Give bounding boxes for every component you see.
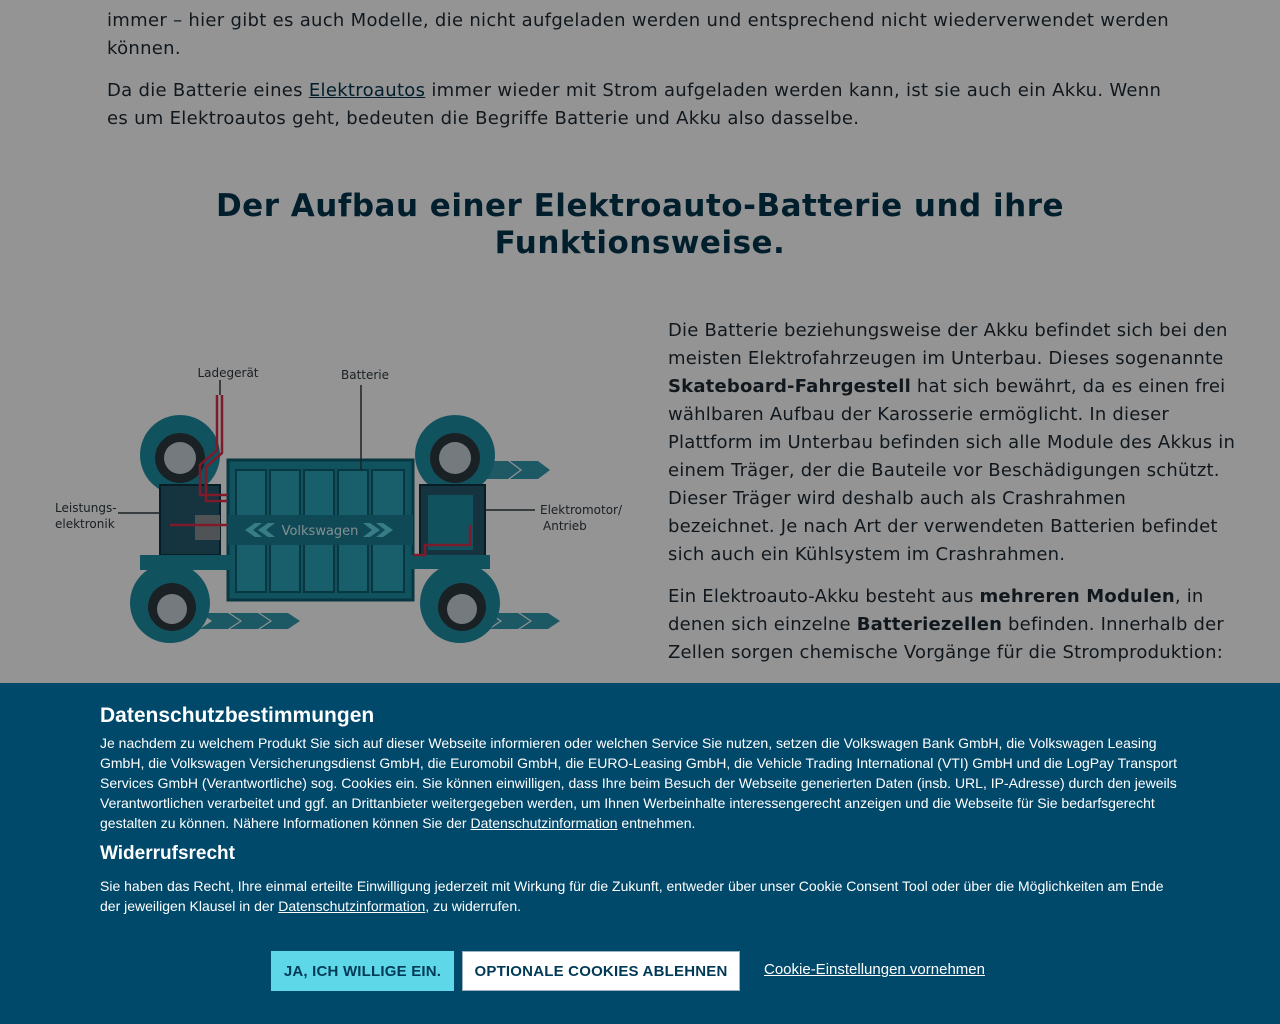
datenschutz-link-1[interactable]: Datenschutzinformation (470, 815, 617, 831)
cookie-banner: Datenschutzbestimmungen Je nachdem zu we… (0, 683, 1280, 1024)
cookie-text: Je nachdem zu welchem Produkt Sie sich a… (100, 735, 1177, 831)
reject-optional-cookies-button[interactable]: OPTIONALE COOKIES ABLEHNEN (462, 951, 740, 991)
withdrawal-title: Widerrufsrecht (100, 843, 235, 864)
cookie-banner-content: Datenschutzbestimmungen Je nachdem zu we… (100, 703, 1180, 916)
withdrawal-text: Sie haben das Recht, Ihre einmal erteilt… (100, 878, 1164, 914)
cookie-actions: JA, ICH WILLIGE EIN. OPTIONALE COOKIES A… (0, 951, 1280, 991)
datenschutz-link-2[interactable]: Datenschutzinformation (278, 898, 425, 914)
accept-cookies-button[interactable]: JA, ICH WILLIGE EIN. (271, 951, 454, 991)
cookie-title: Datenschutzbestimmungen (100, 704, 375, 727)
cookie-settings-link[interactable]: Cookie-Einstellungen vornehmen (764, 961, 985, 978)
